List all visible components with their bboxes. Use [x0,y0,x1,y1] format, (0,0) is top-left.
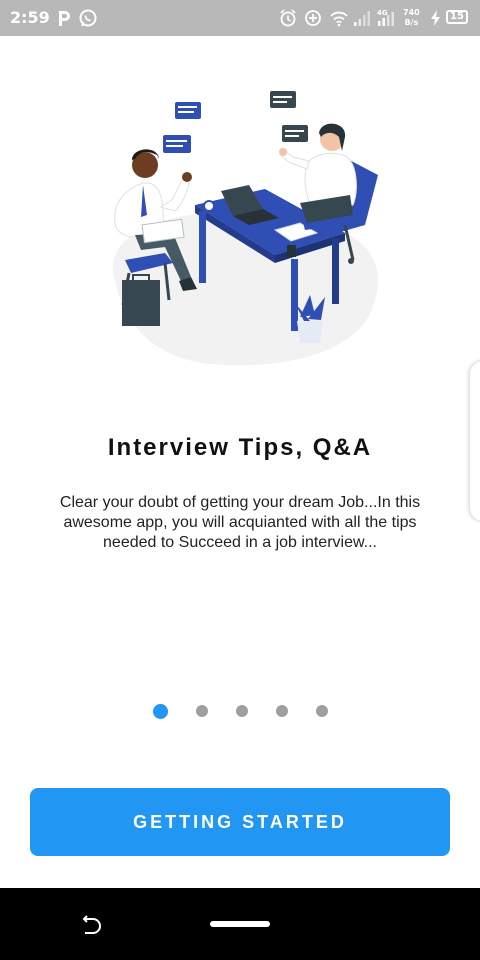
network-speed: 740 B/s [403,8,420,28]
charging-icon [431,10,440,26]
page-dot[interactable] [195,705,208,717]
page-dot[interactable] [315,705,328,717]
getting-started-button[interactable]: GETTING STARTED [30,788,450,856]
p-app-icon [59,11,70,26]
onboarding-title: Interview Tips, Q&A [107,434,373,461]
page-dot[interactable] [275,705,288,717]
signal-4g-icon: 4G [377,9,394,26]
back-gesture-icon[interactable] [80,912,104,936]
onboarding-description: Clear your doubt of getting your dream J… [59,494,421,551]
wifi-icon [330,11,348,27]
page-dot-active[interactable] [152,703,168,719]
alarm-icon [280,9,296,27]
status-time: 2:59 [10,8,50,27]
network-type: 4G [377,9,388,17]
interview-illustration [112,91,378,366]
status-bar: 2:59 4G 740 B/s 15 [0,0,480,36]
navigation-bar [0,888,480,960]
network-speed-value: 740 [403,8,420,17]
network-speed-unit: B/s [404,18,419,27]
page-dot[interactable] [235,705,248,717]
battery-icon: 15 [446,10,468,24]
data-saver-icon [305,10,321,26]
signal-icon [354,11,370,26]
whatsapp-icon [79,9,97,27]
speech-bubble-icon [163,91,308,153]
home-gesture-bar[interactable] [210,921,270,927]
page-indicator [0,703,480,719]
